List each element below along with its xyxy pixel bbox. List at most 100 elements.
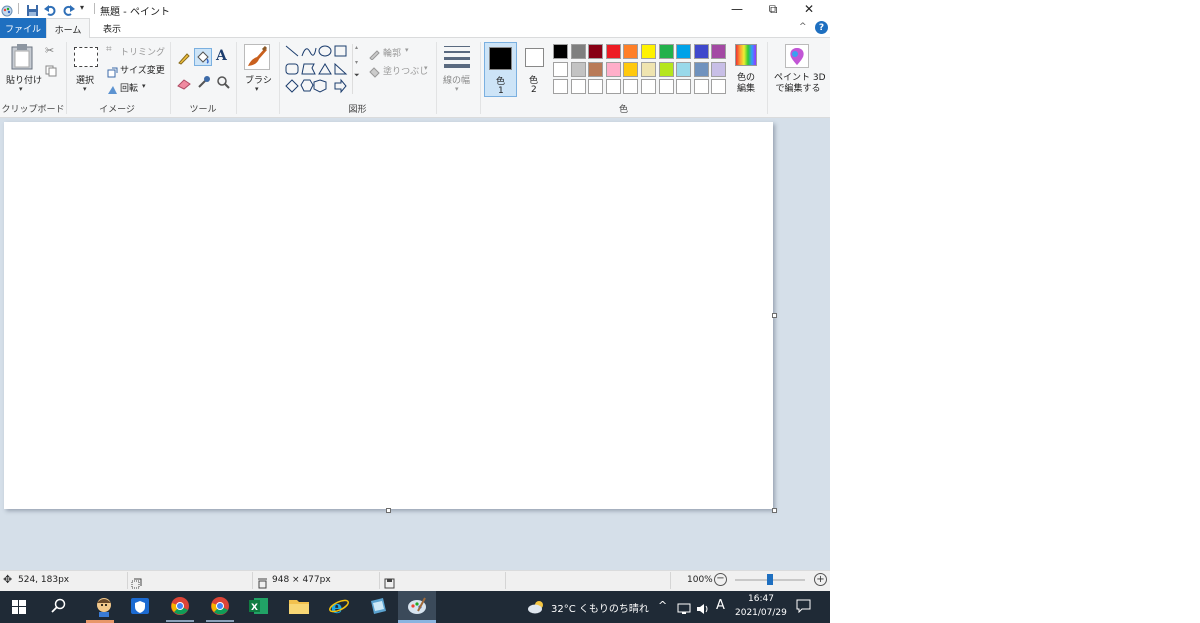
undo-icon[interactable] [44,2,57,16]
select-icon[interactable] [74,47,98,67]
palette-swatch[interactable] [623,79,639,95]
brush-icon[interactable] [244,44,270,70]
palette-swatch[interactable] [641,44,656,59]
palette-swatch[interactable] [570,79,586,95]
minimize-ribbon-chevron-icon[interactable]: ^ [799,22,807,32]
zoom-in-button[interactable]: + [814,573,827,586]
palette-swatch[interactable] [553,61,568,77]
weather-cloud-icon[interactable] [527,599,545,618]
network-icon[interactable] [677,600,691,619]
drawing-canvas[interactable] [4,122,773,509]
magnifier-icon[interactable] [216,74,230,93]
resize-handle-right[interactable] [772,313,777,318]
palette-swatch[interactable] [623,61,639,77]
taskbar-chrome-profile-icon[interactable] [209,595,231,617]
paste-clipboard-icon[interactable] [10,44,34,74]
palette-swatch[interactable] [623,44,639,59]
pencil-icon[interactable] [177,50,191,69]
palette-swatch[interactable] [553,79,568,95]
paste-chevron-icon[interactable]: ▾ [19,85,23,93]
resize-button[interactable]: サイズ変更 [120,63,165,76]
palette-swatch[interactable] [693,61,709,77]
windows-start-icon[interactable] [12,599,26,618]
palette-swatch[interactable] [658,79,674,95]
taskbar-internet-explorer-icon[interactable]: e [328,595,350,618]
palette-swatch[interactable] [711,44,727,59]
save-icon[interactable] [26,2,39,16]
shapes-gallery[interactable] [284,44,350,94]
taskbar-file-explorer-icon[interactable] [288,595,310,617]
taskbar-app-character-icon[interactable] [93,595,115,617]
cut-icon[interactable]: ✂ [45,44,54,57]
taskbar-excel-icon[interactable]: X [248,595,270,617]
fill-button[interactable]: 塗りつぶし [383,64,428,77]
eraser-icon[interactable] [177,75,191,94]
weather-text[interactable]: 32°C くもりのち晴れ [551,600,649,615]
color-picker-icon[interactable] [197,74,211,93]
size-chevron-icon[interactable]: ▾ [455,85,459,93]
tab-home[interactable]: ホーム [46,18,90,39]
select-chevron-icon[interactable]: ▾ [83,85,87,93]
palette-swatch[interactable] [588,44,604,59]
palette-swatch[interactable] [588,61,604,77]
redo-icon[interactable] [62,2,75,16]
crop-button[interactable]: トリミング [120,45,165,58]
color1-button[interactable]: 色 1 [484,42,517,97]
outline-button[interactable]: 輪郭 [383,46,401,59]
edit-colors-icon[interactable] [735,44,757,66]
paste-button[interactable]: 貼り付け [6,73,42,86]
palette-swatch[interactable] [676,79,692,95]
palette-swatch[interactable] [693,44,709,59]
ime-indicator[interactable]: A [716,598,725,613]
resize-handle-bottom[interactable] [386,508,391,513]
palette-swatch[interactable] [605,79,621,95]
fill-with-color-icon[interactable] [194,48,212,66]
palette-swatch[interactable] [711,61,727,77]
outline-chevron-icon[interactable]: ▾ [405,46,409,54]
zoom-slider-thumb[interactable] [767,574,773,585]
tab-view[interactable]: 表示 [92,18,132,38]
palette-swatch[interactable] [605,44,621,59]
color2-button[interactable]: 色 2 [520,42,548,97]
help-icon[interactable]: ? [815,21,828,34]
palette-swatch[interactable] [658,44,674,59]
taskbar-paint-icon[interactable] [406,595,428,617]
taskbar-security-icon[interactable] [129,595,151,617]
edit-colors-button[interactable]: 色の 編集 [737,73,755,95]
clock-time[interactable]: 16:47 [748,594,774,604]
tab-file[interactable]: ファイル [0,18,46,38]
palette-swatch[interactable] [693,79,709,95]
zoom-out-button[interactable]: − [714,573,727,586]
palette-swatch[interactable] [676,44,692,59]
restore-button[interactable]: ⧉ [756,0,790,18]
palette-swatch[interactable] [605,61,621,77]
rotate-button[interactable]: 回転 [120,81,138,94]
rotate-chevron-icon[interactable]: ▾ [142,82,146,90]
palette-swatch[interactable] [676,61,692,77]
volume-icon[interactable] [696,600,710,619]
size-lines-icon[interactable] [444,46,470,68]
minimize-button[interactable]: — [720,0,754,18]
paint3d-icon[interactable] [785,44,809,68]
palette-swatch[interactable] [711,79,727,95]
palette-swatch[interactable] [570,61,586,77]
paint3d-button[interactable]: ペイント 3D で編集する [774,73,826,95]
resize-handle-corner[interactable] [772,508,777,513]
taskbar-chrome-icon[interactable] [169,595,191,617]
shapes-scroll[interactable]: ▴ ▾ ⏷ [352,44,362,94]
palette-swatch[interactable] [641,61,656,77]
customize-qa-chevron-icon[interactable]: ▾ [80,3,84,12]
search-icon[interactable] [51,598,66,617]
palette-swatch[interactable] [588,79,604,95]
brushes-chevron-icon[interactable]: ▾ [255,85,259,93]
copy-icon[interactable] [45,62,57,81]
palette-swatch[interactable] [553,44,568,59]
text-tool-icon[interactable]: A [216,48,227,64]
tray-chevron-icon[interactable]: ^ [658,599,667,612]
palette-swatch[interactable] [658,61,674,77]
palette-swatch[interactable] [641,79,656,95]
notification-icon[interactable] [796,598,811,617]
fill-chevron-icon[interactable]: ▾ [424,64,428,72]
clock-date[interactable]: 2021/07/29 [735,608,787,618]
palette-swatch[interactable] [570,44,586,59]
